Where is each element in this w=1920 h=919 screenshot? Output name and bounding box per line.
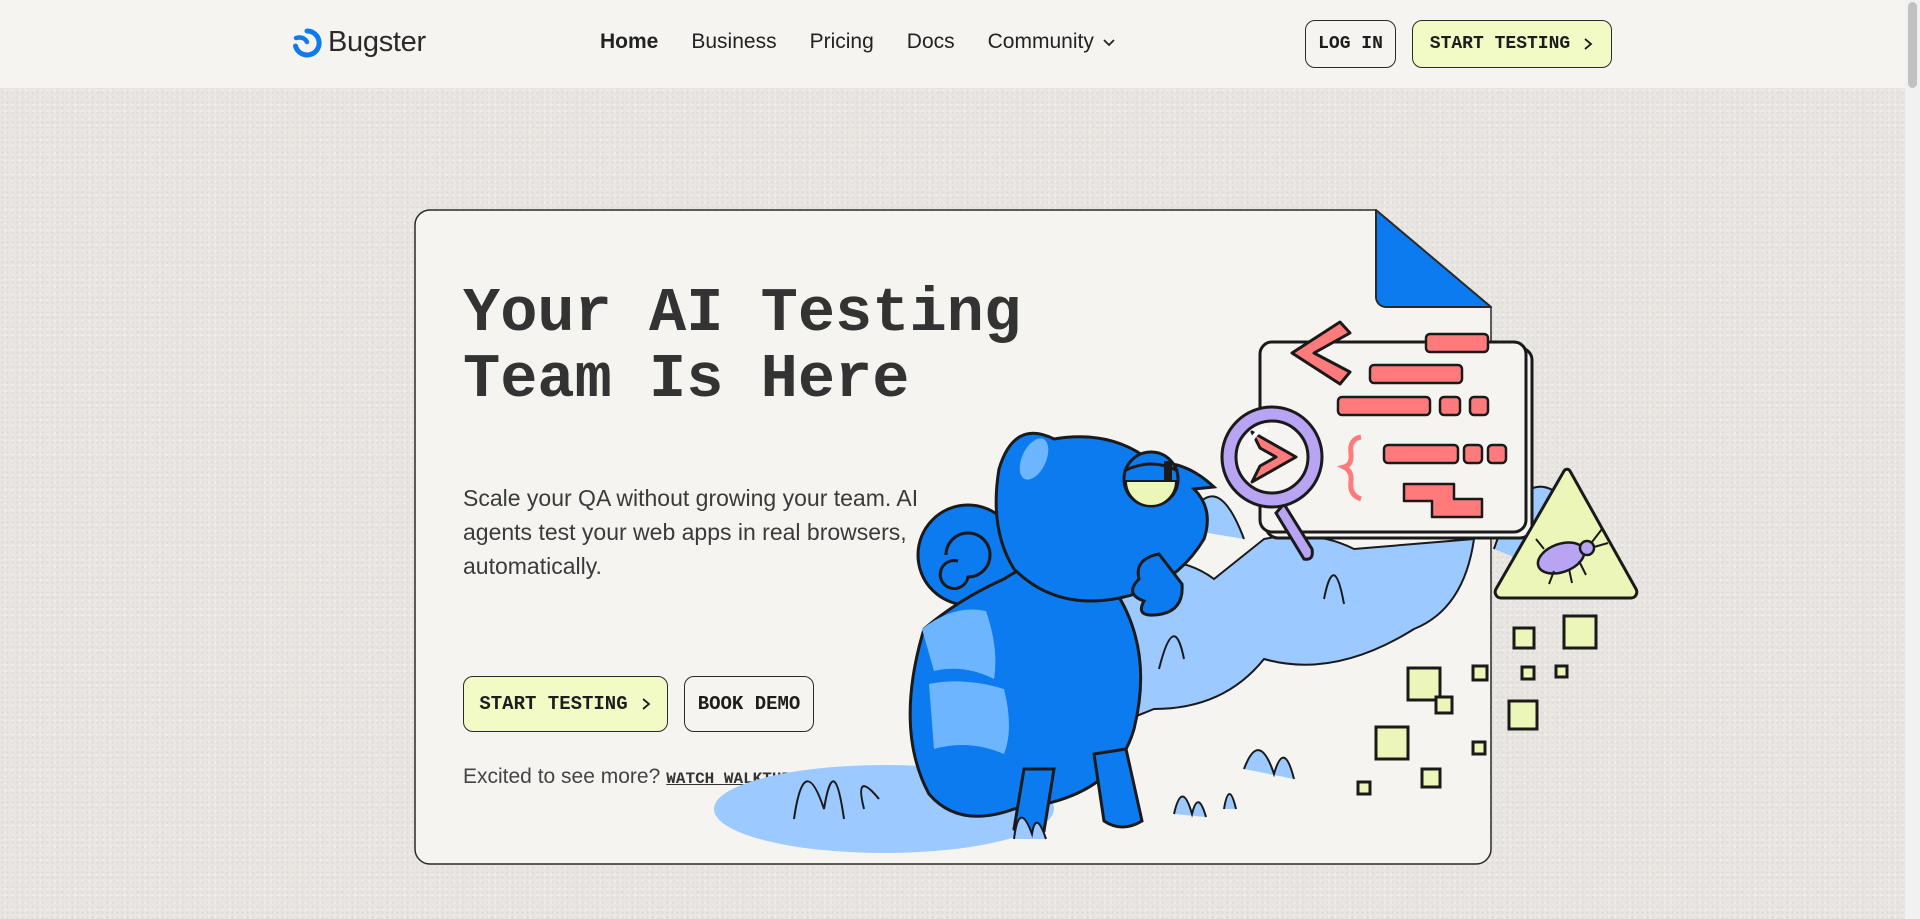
start-testing-header-label: START TESTING	[1429, 34, 1571, 54]
start-testing-header-button[interactable]: START TESTING	[1412, 20, 1612, 68]
nav-community-label: Community	[987, 30, 1094, 53]
nav-docs[interactable]: Docs	[907, 30, 955, 54]
pixel-squares	[1356, 614, 1598, 796]
brand-logo-link[interactable]: Bugster	[292, 26, 426, 59]
nav-pricing[interactable]: Pricing	[810, 30, 874, 54]
main-nav: Home Business Pricing Docs Community	[600, 30, 1116, 54]
nav-business[interactable]: Business	[691, 30, 776, 54]
bugster-logo-icon	[293, 27, 322, 57]
nav-community[interactable]: Community	[988, 30, 1116, 54]
nav-home[interactable]: Home	[600, 30, 658, 54]
chevron-right-icon	[1584, 38, 1593, 50]
brand-name: Bugster	[328, 26, 426, 58]
login-button-label: LOG IN	[1318, 34, 1383, 54]
top-navbar: Bugster Home Business Pricing Docs Commu…	[0, 0, 1905, 88]
chevron-down-icon	[1103, 39, 1115, 47]
hero-card: Your AI Testing Team Is Here Scale your …	[414, 209, 1639, 865]
page-scrollbar[interactable]	[1905, 0, 1920, 919]
scrollbar-thumb[interactable]	[1908, 2, 1917, 88]
login-button[interactable]: LOG IN	[1305, 20, 1396, 68]
chameleon-illustration	[714, 320, 1639, 853]
